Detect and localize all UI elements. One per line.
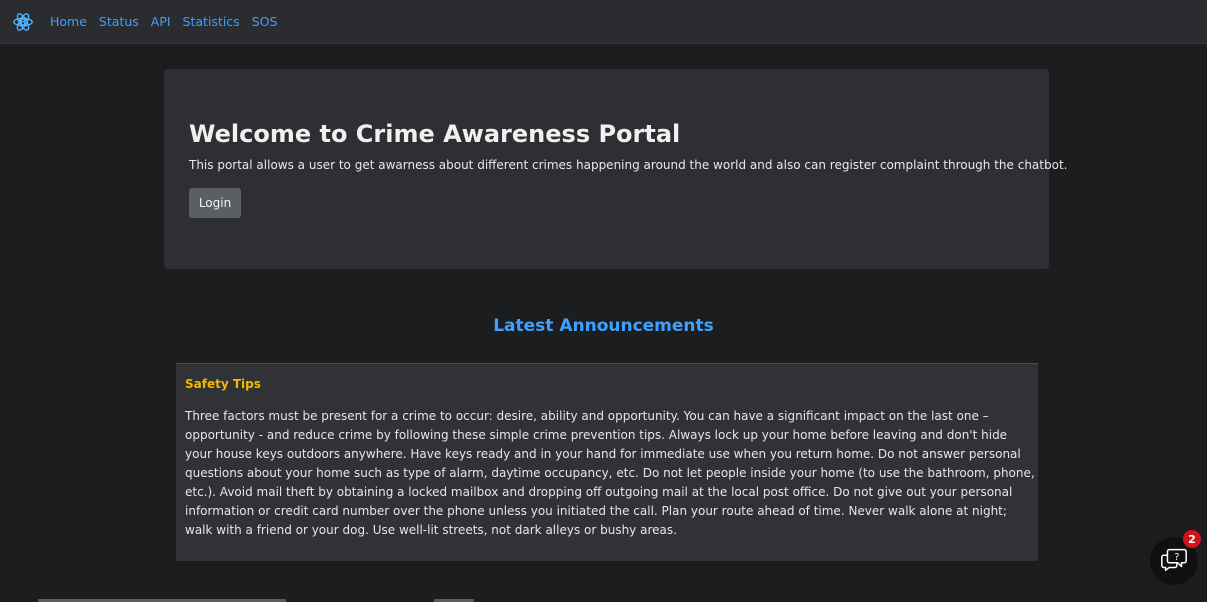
- announcements-heading: Latest Announcements: [493, 316, 714, 336]
- login-button[interactable]: Login: [189, 188, 241, 218]
- svg-text:?: ?: [1174, 552, 1179, 563]
- nav-link-api[interactable]: API: [151, 14, 171, 29]
- react-logo-icon[interactable]: B: [10, 9, 36, 35]
- notification-badge: 2: [1183, 530, 1201, 548]
- nav-link-sos[interactable]: SOS: [252, 14, 278, 29]
- announcement-card: Safety Tips Three factors must be presen…: [176, 363, 1038, 561]
- top-navbar: B Home Status API Statistics SOS: [0, 0, 1207, 44]
- announcement-body: Three factors must be present for a crim…: [185, 409, 1035, 537]
- hero-description: This portal allows a user to get awarnes…: [189, 158, 1068, 172]
- page-title: Welcome to Crime Awareness Portal: [189, 120, 681, 148]
- svg-text:B: B: [19, 17, 27, 28]
- hero-jumbotron: Welcome to Crime Awareness Portal This p…: [164, 69, 1067, 269]
- nav-link-status[interactable]: Status: [99, 14, 139, 29]
- announcement-title: Safety Tips: [185, 377, 261, 391]
- nav-link-home[interactable]: Home: [50, 14, 87, 29]
- chat-help-icon: ?: [1159, 544, 1189, 578]
- nav-link-statistics[interactable]: Statistics: [183, 14, 240, 29]
